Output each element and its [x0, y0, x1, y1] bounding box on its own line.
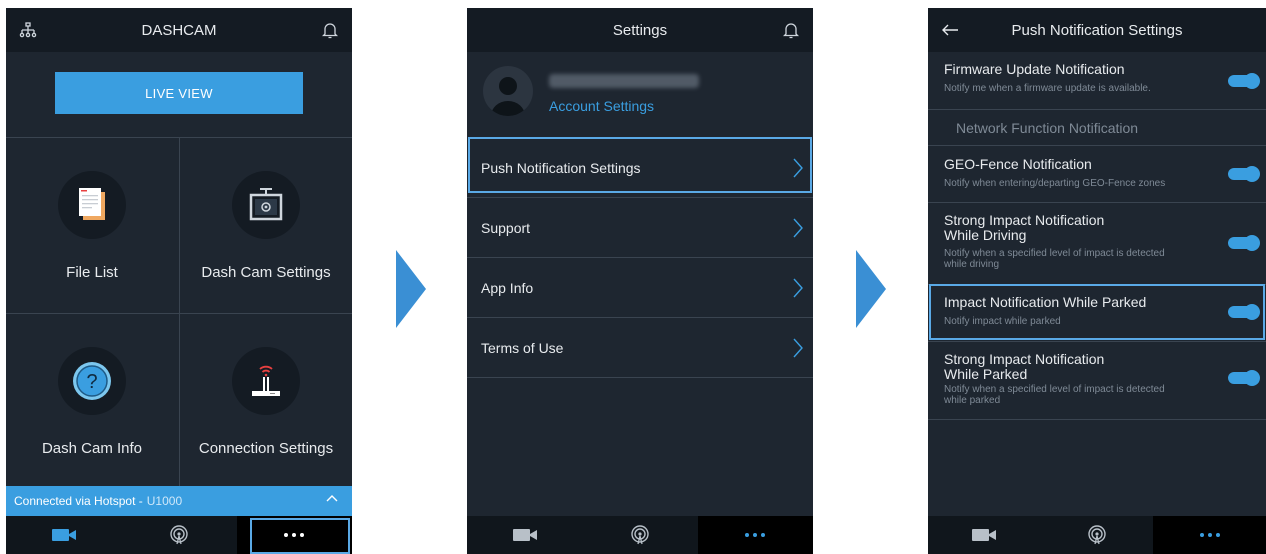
bell-icon[interactable]	[308, 8, 352, 52]
bottom-tab-bar	[928, 516, 1266, 554]
row-description: Notify when entering/departing GEO-Fence…	[944, 178, 1166, 189]
app-header: Push Notification Settings	[928, 8, 1266, 52]
tab-camera[interactable]	[467, 516, 582, 554]
router-icon	[232, 347, 300, 415]
section-header: Network Function Notification	[928, 110, 1266, 146]
grid-item-dashcam-settings[interactable]: Dash Cam Settings	[180, 138, 352, 312]
grid-item-file-list[interactable]: File List	[6, 138, 178, 312]
tab-broadcast[interactable]	[582, 516, 697, 554]
row-label: Terms of Use	[481, 339, 564, 356]
account-section[interactable]: Account Settings	[467, 52, 813, 136]
back-arrow-icon[interactable]	[928, 8, 972, 52]
row-description: Notify when a specified level of impact …	[944, 384, 1165, 406]
toggle-switch[interactable]	[1228, 73, 1260, 89]
toggle-switch[interactable]	[1228, 370, 1260, 386]
network-tree-icon[interactable]	[6, 8, 50, 52]
grid-item-label: Dash Cam Settings	[201, 264, 331, 281]
toggle-switch[interactable]	[1228, 235, 1260, 251]
camera-icon	[51, 529, 76, 541]
row-label: Support	[481, 219, 531, 236]
connection-status-bar[interactable]: Connected via Hotspot - U1000	[6, 486, 352, 516]
status-text: Connected via Hotspot -	[14, 494, 143, 508]
file-list-icon	[58, 171, 126, 239]
grid-item-label: Dash Cam Info	[41, 440, 143, 457]
notification-row-firmware[interactable]: Firmware Update Notification Notify me w…	[928, 52, 1266, 110]
info-question-icon: ?	[58, 347, 126, 415]
tab-camera[interactable]	[928, 516, 1041, 554]
account-settings-link[interactable]: Account Settings	[549, 98, 654, 114]
highlight-frame	[468, 137, 812, 193]
row-description: Notify when a specified level of impact …	[944, 248, 1165, 270]
page-title: Push Notification Settings	[1011, 21, 1183, 39]
grid-item-label: Connection Settings	[198, 440, 334, 457]
camera-icon	[972, 529, 997, 541]
live-view-button[interactable]: LIVE VIEW	[55, 72, 303, 114]
step-arrow-icon	[856, 250, 886, 328]
blurred-email	[549, 74, 699, 88]
settings-row-support[interactable]: Support	[467, 198, 813, 258]
settings-row-terms[interactable]: Terms of Use	[467, 318, 813, 378]
row-title: Strong Impact Notification While Parked	[944, 351, 1105, 382]
page-title: DASHCAM	[141, 21, 217, 39]
highlight-frame	[929, 284, 1265, 340]
grid-item-dashcam-info[interactable]: ? Dash Cam Info	[6, 314, 178, 488]
menu-grid: File List Dash Cam Settings ? Dash Cam I…	[6, 137, 352, 486]
page-title: Settings	[612, 21, 668, 39]
app-header: Settings	[467, 8, 813, 52]
chevron-right-icon	[793, 338, 803, 358]
row-title: Strong Impact Notification While Driving	[944, 212, 1105, 243]
dashcam-settings-icon	[232, 171, 300, 239]
grid-item-connection-settings[interactable]: Connection Settings	[180, 314, 352, 488]
bottom-tab-bar	[467, 516, 813, 554]
svg-text:?: ?	[86, 371, 97, 393]
notification-row-geofence[interactable]: GEO-Fence Notification Notify when enter…	[928, 146, 1266, 203]
chevron-right-icon	[793, 218, 803, 238]
more-icon	[745, 533, 766, 537]
dashcam-home-screen: DASHCAM LIVE VIEW File List Dash Cam Set…	[6, 8, 352, 554]
grid-item-label: File List	[66, 264, 118, 281]
tab-camera[interactable]	[6, 516, 121, 554]
camera-icon	[512, 529, 537, 541]
grid-divider	[6, 313, 352, 314]
chevron-up-icon[interactable]	[326, 494, 338, 502]
push-notification-settings-screen: Push Notification Settings Firmware Upda…	[928, 8, 1266, 554]
avatar	[483, 66, 533, 116]
notification-row-strong-impact-driving[interactable]: Strong Impact Notification While Driving…	[928, 203, 1266, 285]
tab-more[interactable]	[1153, 516, 1266, 554]
toggle-switch[interactable]	[1228, 166, 1260, 182]
row-label: App Info	[481, 279, 534, 296]
step-arrow-icon	[396, 250, 426, 328]
row-title: Firmware Update Notification	[944, 61, 1125, 77]
broadcast-icon	[170, 525, 188, 545]
broadcast-icon	[631, 525, 649, 545]
tab-more[interactable]	[697, 516, 813, 554]
grid-divider	[179, 138, 180, 486]
highlight-frame	[250, 518, 350, 554]
settings-row-app-info[interactable]: App Info	[467, 258, 813, 318]
bell-icon[interactable]	[769, 8, 813, 52]
row-title: GEO-Fence Notification	[944, 156, 1092, 172]
tab-broadcast[interactable]	[1041, 516, 1154, 554]
more-icon	[1199, 533, 1220, 537]
app-header: DASHCAM	[6, 8, 352, 52]
chevron-right-icon	[793, 278, 803, 298]
settings-screen: Settings Account Settings Push Notificat…	[467, 8, 813, 554]
broadcast-icon	[1088, 525, 1106, 545]
notification-row-strong-impact-parked[interactable]: Strong Impact Notification While Parked …	[928, 342, 1266, 420]
tab-broadcast[interactable]	[121, 516, 236, 554]
status-model: U1000	[146, 494, 183, 508]
row-description: Notify me when a firmware update is avai…	[944, 83, 1151, 94]
